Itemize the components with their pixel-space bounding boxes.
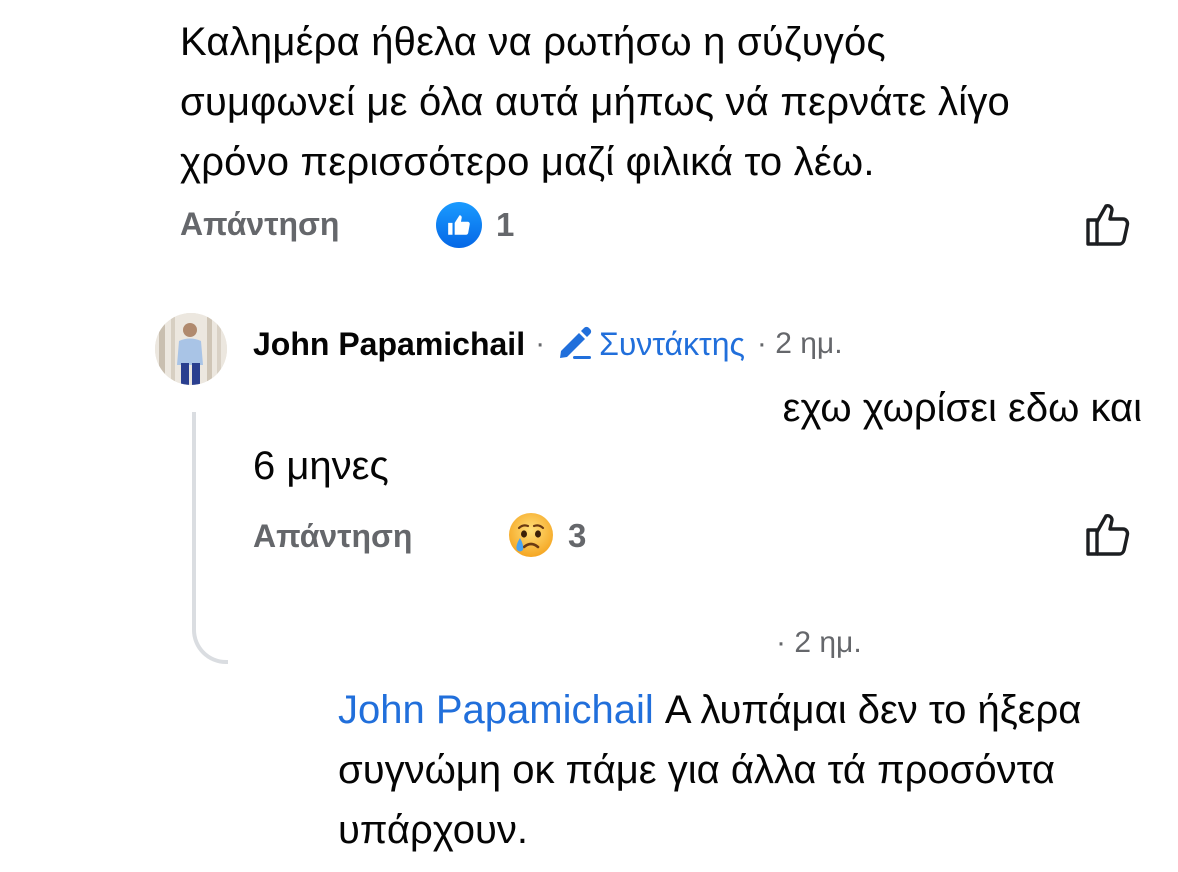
comment-time[interactable]: · 2 ημ. xyxy=(776,626,862,660)
editor-badge[interactable]: Συντάκτης xyxy=(599,326,745,363)
like-reaction-icon[interactable] xyxy=(436,202,482,248)
comment-text-line: 6 μηνες xyxy=(253,444,389,488)
reply-button[interactable]: Απάντηση xyxy=(180,206,339,243)
comment-text-line: εχω χωρίσει εδω και xyxy=(782,386,1142,430)
pencil-icon xyxy=(560,326,592,359)
reaction-count: 3 xyxy=(568,517,587,554)
comment-time[interactable]: · 2 ημ. xyxy=(757,327,843,361)
mention-link[interactable]: John Papamichail xyxy=(338,688,654,732)
comment-text: Καλημέρα ήθελα να ρωτήσω η σύζυγός συμφω… xyxy=(180,20,1010,184)
comment-text: John Papamichail Α λυπάμαι δεν το ήξερα … xyxy=(338,680,1098,860)
thumbs-up-icon xyxy=(448,215,470,235)
avatar[interactable] xyxy=(155,313,227,385)
crying-face-icon xyxy=(509,513,553,557)
like-button[interactable] xyxy=(1084,510,1132,558)
author-name[interactable]: John Papamichail xyxy=(253,326,525,363)
reaction-count: 1 xyxy=(496,206,515,243)
thumbs-up-outline-icon xyxy=(1086,204,1130,246)
comment-header: John Papamichail · Συντάκτης · 2 ημ. xyxy=(253,320,843,368)
crying-face-reaction-icon[interactable] xyxy=(507,511,555,559)
like-button[interactable] xyxy=(1084,200,1132,248)
separator-dot: · xyxy=(535,327,546,360)
reply-thread-line xyxy=(192,412,228,664)
thumbs-up-outline-icon xyxy=(1086,514,1130,556)
reply-button[interactable]: Απάντηση xyxy=(253,518,412,555)
profile-photo xyxy=(155,313,227,385)
